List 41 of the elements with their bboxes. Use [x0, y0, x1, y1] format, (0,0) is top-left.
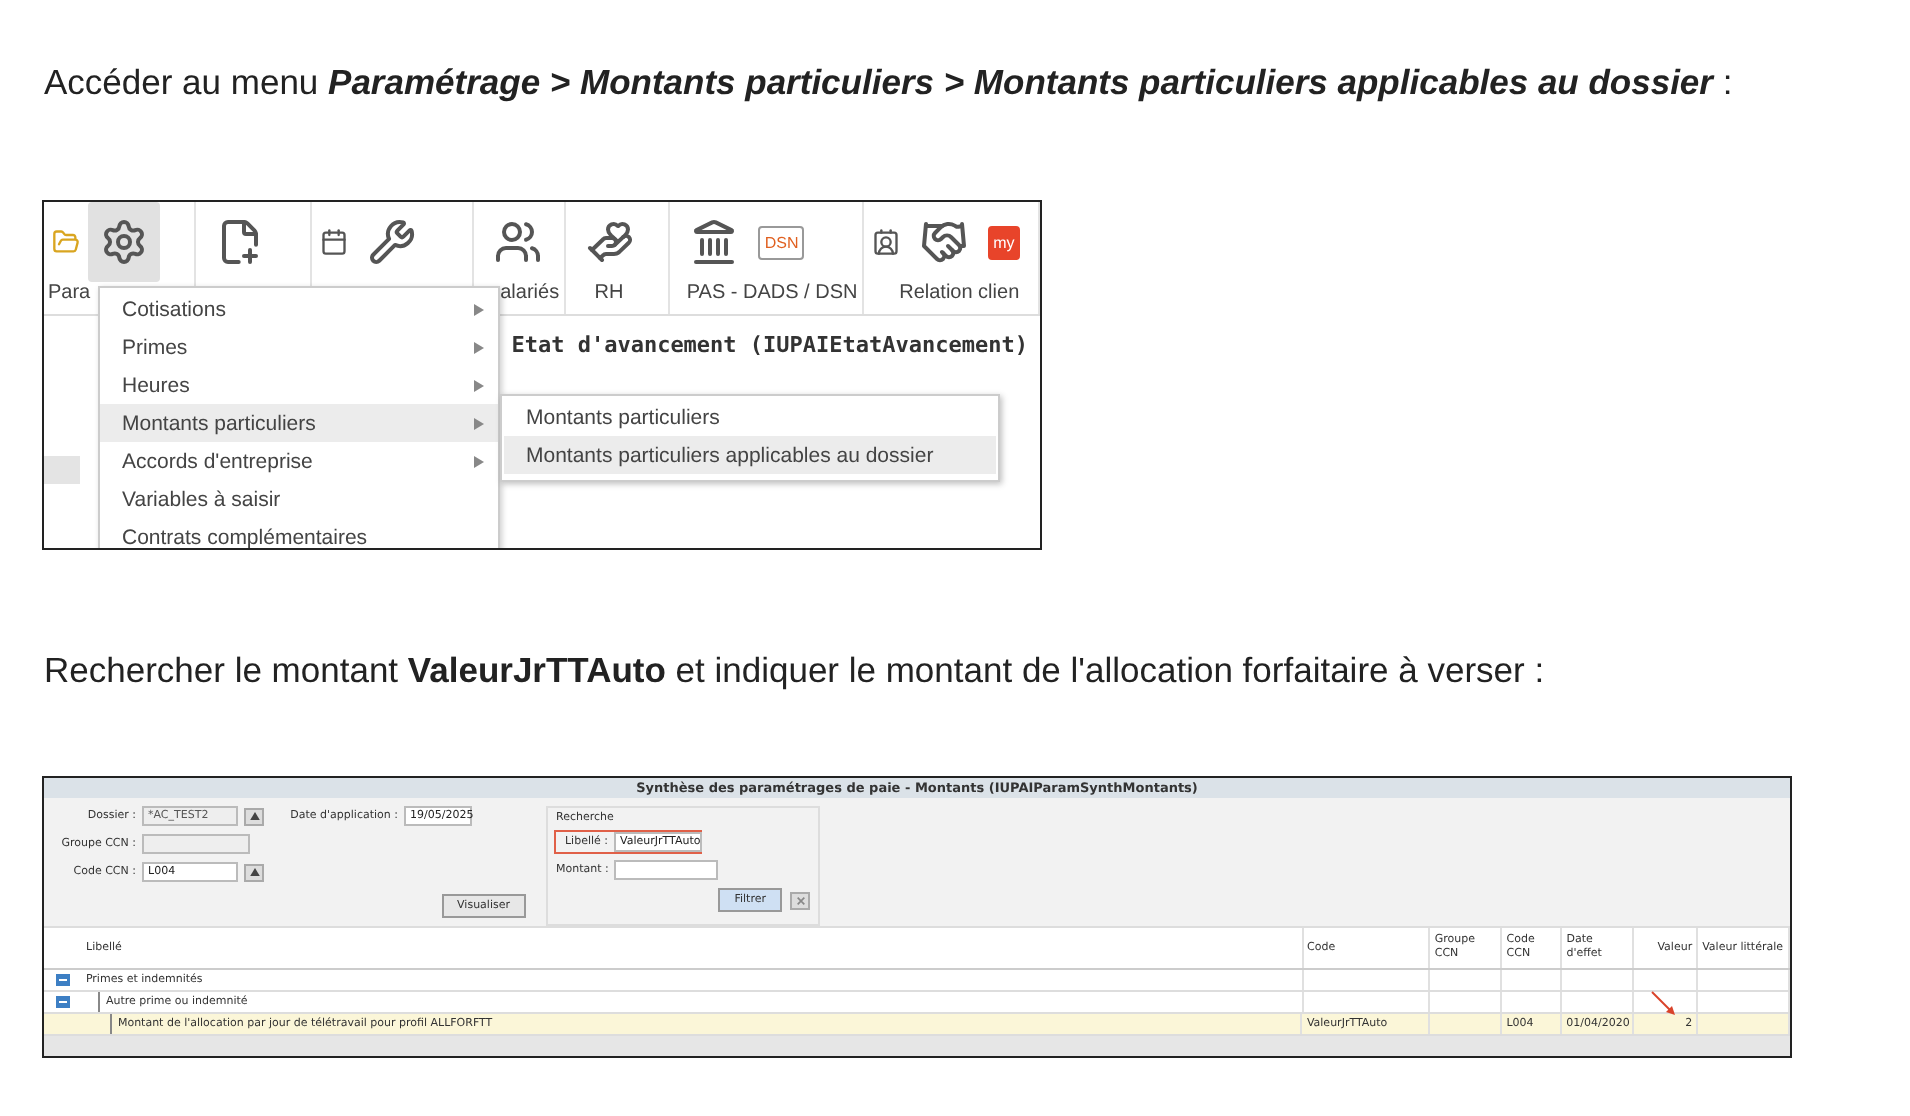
dropdown-button[interactable]	[244, 863, 264, 881]
submenu-arrow-icon	[474, 341, 484, 353]
bank-icon[interactable]	[690, 218, 739, 266]
group-label: PAS - DADS / DSN	[686, 282, 858, 304]
group-label: alariés	[500, 282, 560, 304]
close-icon	[795, 895, 805, 905]
menu-item[interactable]: Cotisations	[100, 290, 498, 328]
caret-up-icon	[249, 868, 259, 876]
group-label: Relation clien	[899, 282, 1020, 304]
instruction-text: Accéder au menu Paramétrage > Montants particuliers > Montants particuliers applicables au dossier :	[42, 60, 1735, 104]
group-label: Para	[48, 282, 91, 304]
handshake-icon[interactable]	[919, 218, 968, 266]
submenu-arrow-icon	[474, 379, 484, 391]
calendar-icon[interactable]	[319, 228, 348, 256]
menu-item[interactable]: Variables à saisir	[100, 480, 498, 518]
menu-item[interactable]: Montants particuliers applicables au dossier	[504, 436, 996, 474]
gear-icon[interactable]	[100, 218, 148, 266]
submenu-arrow-icon	[474, 417, 484, 429]
group-label: RH	[594, 282, 624, 304]
contact-icon[interactable]	[871, 228, 900, 256]
app-logo: DSN	[758, 225, 805, 259]
toolbar-button[interactable]	[88, 202, 160, 282]
menu-item[interactable]: Heures	[100, 366, 498, 404]
input-field[interactable]	[614, 860, 718, 880]
list-row	[44, 456, 80, 484]
window-title: Etat d'avancement (IUPAIEtatAvancement)	[509, 330, 1030, 362]
menu-item[interactable]: Contrats complémentaires	[100, 518, 498, 548]
caret-up-icon	[249, 812, 259, 820]
submenu-arrow-icon	[474, 455, 484, 467]
instruction-text: Rechercher le montant ValeurJrTTAuto et indiquer le montant de l'allocation forfaitaire à verser :	[42, 648, 1547, 692]
collapse-icon[interactable]	[55, 974, 70, 986]
menu-item[interactable]: Montants particuliers	[100, 404, 498, 442]
menu-item[interactable]: Accords d'entreprise	[100, 442, 498, 480]
people-icon[interactable]	[494, 218, 543, 266]
collapse-icon[interactable]	[55, 996, 70, 1008]
submenu-arrow-icon	[474, 303, 484, 315]
wrench-icon[interactable]	[367, 218, 416, 266]
menu-item[interactable]: Primes	[100, 328, 498, 366]
app-logo: my	[987, 225, 1021, 259]
menu-item[interactable]: Montants particuliers	[504, 398, 996, 436]
clear-button[interactable]	[790, 891, 810, 909]
